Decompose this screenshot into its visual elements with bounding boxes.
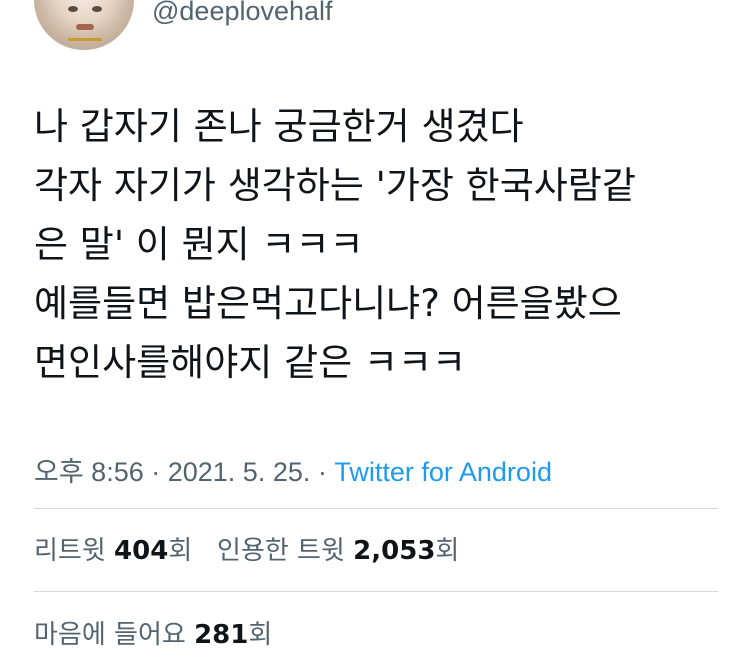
- quote-tweets-unit: 회: [435, 536, 460, 566]
- tweet-meta: 오후 8:56 · 2021. 5. 25. · Twitter for And…: [34, 450, 552, 489]
- meta-separator: ·: [143, 457, 168, 487]
- tweet-line: 나 갑자기 존나 궁금한거 생겼다: [34, 105, 524, 148]
- tweet-line: 면인사를해야지 같은 ㅋㅋㅋ: [34, 341, 467, 384]
- divider: [34, 508, 718, 509]
- tweet-source-link[interactable]: Twitter for Android: [334, 457, 552, 487]
- retweets-unit: 회: [168, 536, 193, 566]
- tweet-time[interactable]: 오후 8:56: [34, 457, 144, 487]
- likes-row: 마음에 들어요 281회: [34, 614, 272, 651]
- likes-unit: 회: [248, 620, 273, 650]
- quote-tweets-stat[interactable]: 인용한 트윗 2,053회: [217, 536, 459, 566]
- user-handle[interactable]: @deeplovehalf: [152, 0, 333, 27]
- tweet-line: 은 말' 이 뭔지 ㅋㅋㅋ: [34, 223, 364, 266]
- tweet-line: 예를들면 밥은먹고다니냐? 어른을봤으: [34, 282, 622, 325]
- avatar[interactable]: [34, 0, 134, 50]
- divider: [34, 591, 718, 592]
- tweet-line: 각자 자기가 생각하는 '가장 한국사람같: [34, 164, 636, 207]
- quote-tweets-label: 인용한 트윗: [217, 536, 345, 566]
- quote-tweets-count: 2,053: [353, 536, 436, 566]
- likes-stat[interactable]: 마음에 들어요 281회: [34, 620, 272, 650]
- avatar-caption-strip: [68, 38, 102, 41]
- likes-label: 마음에 들어요: [34, 620, 186, 650]
- tweet-text: 나 갑자기 존나 궁금한거 생겼다 각자 자기가 생각하는 '가장 한국사람같 …: [34, 97, 724, 392]
- engagement-stats: 리트윗 404회 인용한 트윗 2,053회: [34, 530, 459, 567]
- likes-count: 281: [194, 620, 249, 650]
- meta-separator: ·: [310, 457, 335, 487]
- avatar-mouth: [76, 24, 94, 30]
- avatar-eye-left: [68, 6, 78, 12]
- retweets-count: 404: [114, 536, 169, 566]
- retweets-stat[interactable]: 리트윗 404회: [34, 536, 192, 566]
- avatar-eye-right: [92, 6, 102, 12]
- tweet-date[interactable]: 2021. 5. 25.: [168, 457, 311, 487]
- retweets-label: 리트윗: [34, 536, 106, 566]
